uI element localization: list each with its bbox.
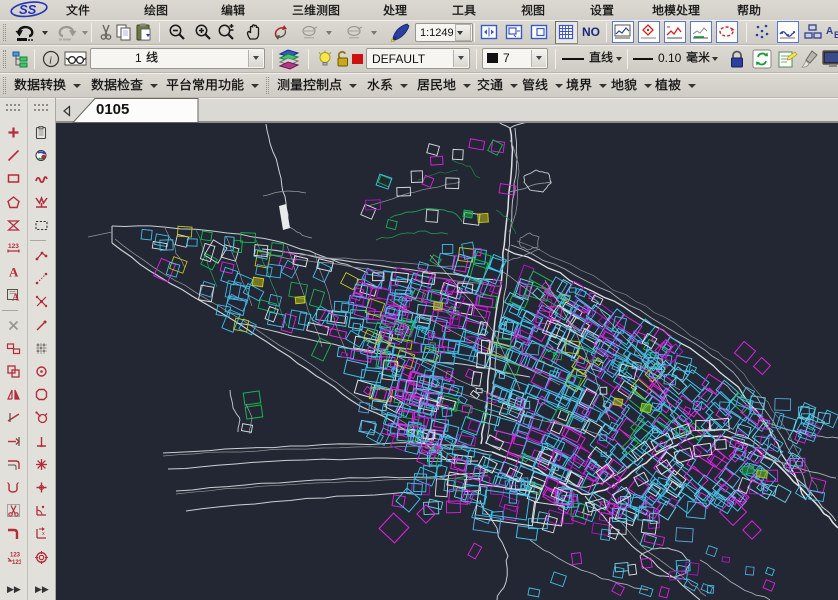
svg-text:B: B <box>834 30 838 40</box>
svg-text:A: A <box>9 265 19 280</box>
svg-text:123: 123 <box>8 243 19 250</box>
svg-text:SS: SS <box>19 2 37 17</box>
svg-text:x: x <box>42 531 45 537</box>
svg-text:A: A <box>12 293 20 303</box>
svg-text:A: A <box>826 26 833 37</box>
svg-text:123: 123 <box>12 560 21 565</box>
svg-text:123: 123 <box>10 552 21 558</box>
svg-text:i: i <box>49 55 52 67</box>
